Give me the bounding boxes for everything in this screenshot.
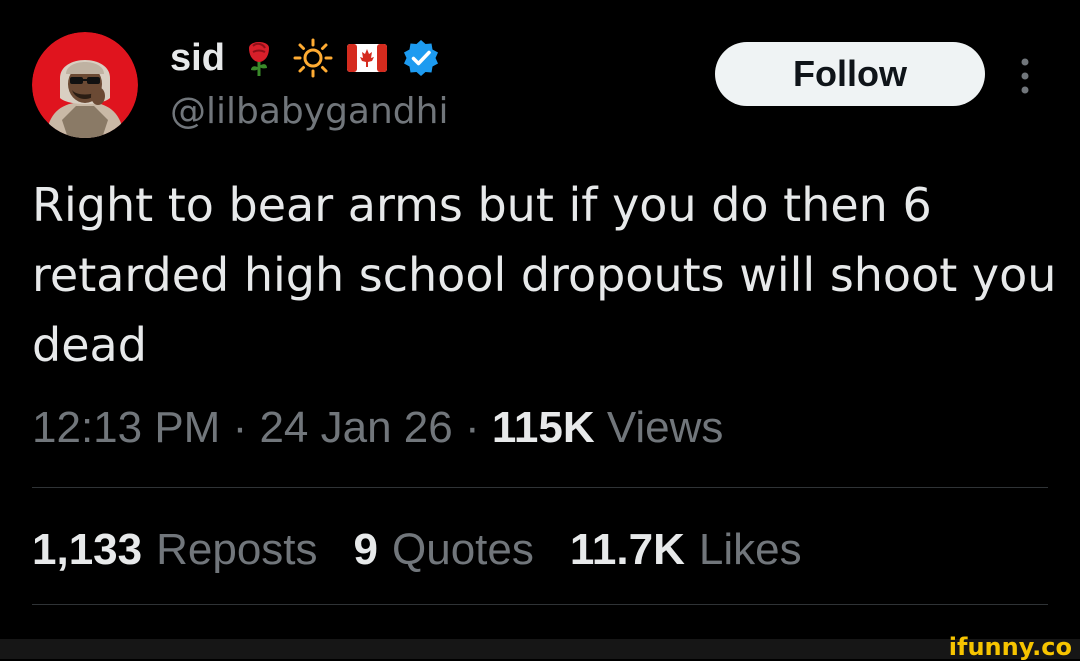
author-handle[interactable]: @lilbabygandhi [170,88,448,136]
likes-stat[interactable]: 11.7K Likes [570,525,802,575]
meta-separator: · [220,403,260,452]
quotes-stat[interactable]: 9 Quotes [354,525,534,575]
reposts-stat[interactable]: 1,133 Reposts [32,525,318,575]
verified-badge-icon [403,40,438,76]
likes-count: 11.7K [569,525,685,574]
divider [32,487,1048,488]
avatar[interactable] [32,32,138,138]
more-options-icon[interactable] [1014,56,1036,96]
reposts-label: Reposts [156,525,318,574]
footer-bar [0,639,1080,659]
canada-flag-icon [346,44,387,72]
tweet-time[interactable]: 12:13 PM [32,403,220,453]
quotes-label: Quotes [392,525,534,574]
watermark-logo: ifunny.co [948,633,1072,661]
reposts-count: 1,133 [32,525,143,574]
quotes-count: 9 [353,525,379,574]
tweet-text: Right to bear arms but if you do then 6 … [32,178,1057,372]
tweet-meta: 12:13 PM · 24 Jan 26 · 115K Views [32,400,723,456]
tweet-date[interactable]: 24 Jan 26 [259,403,452,453]
engagement-stats: 1,133 Reposts 9 Quotes 11.7K Likes [32,522,802,578]
author-display-name[interactable]: sid [170,34,225,82]
sun-icon [293,38,333,78]
follow-button[interactable]: Follow [715,42,985,106]
views-label: Views [594,403,724,452]
views-count: 115K [491,403,595,452]
author-name-row: sid [170,34,441,82]
avatar-image [32,32,138,138]
rose-icon [248,42,269,76]
divider [32,604,1048,605]
meta-separator: · [452,403,492,452]
likes-label: Likes [698,525,802,574]
